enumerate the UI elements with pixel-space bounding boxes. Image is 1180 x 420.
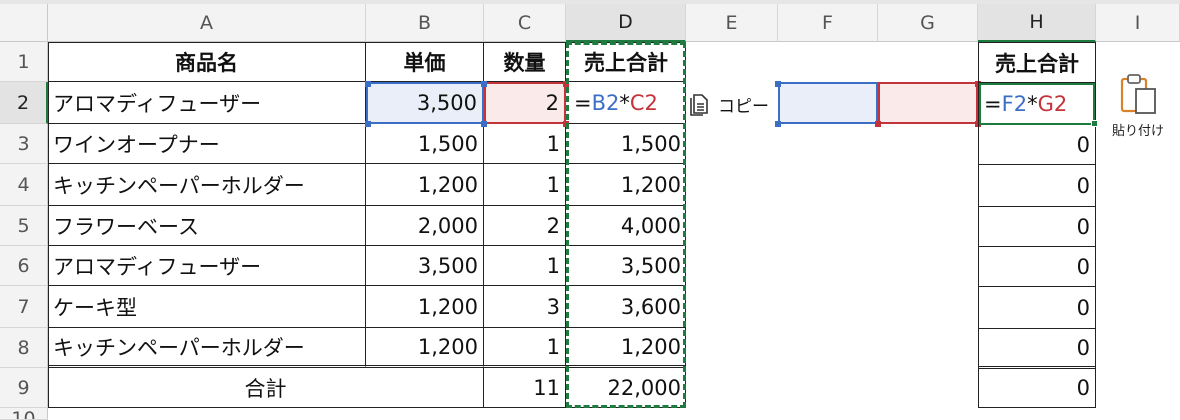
row-header-8[interactable]: 8 [0,328,48,368]
row-header-7[interactable]: 7 [0,286,48,328]
formula-op: * [619,90,630,115]
column-header-h[interactable]: H [978,4,1096,42]
column-header-f[interactable]: F [778,4,878,42]
cell-g2-ref[interactable] [878,82,978,124]
total-qty-cell[interactable]: 11 [484,368,566,408]
b2-handle-bl[interactable] [365,121,371,127]
cell-d6-total[interactable]: 3,500 [566,246,686,286]
cell-h7-value[interactable]: 0 [979,287,1095,329]
total-sales-cell[interactable]: 22,000 [566,368,686,408]
cell-a2-product[interactable]: アロマディフューザー [48,82,366,124]
cell-c6-qty[interactable]: 1 [484,246,566,286]
c2-handle-br[interactable] [563,121,569,127]
row-header-6[interactable]: 6 [0,246,48,286]
paste-button[interactable]: 貼り付け [1104,72,1172,152]
column-header-g[interactable]: G [878,4,978,42]
cell-h9-value[interactable]: 0 [979,369,1095,407]
row-header-1[interactable]: 1 [0,42,48,82]
cell-a3-product[interactable]: ワインオープナー [48,124,366,164]
c2-handle-tr[interactable] [563,81,569,87]
column-header-i[interactable]: I [1096,4,1180,42]
f2-handle-br[interactable] [875,121,881,127]
f2-handle-bl[interactable] [775,121,781,127]
header-unit-price[interactable]: 単価 [366,42,484,82]
cell-d7-total[interactable]: 3,600 [566,286,686,328]
paste-formula-eq: = [984,92,1002,116]
cell-c5-qty[interactable]: 2 [484,206,566,246]
b2-handle-tl[interactable] [365,81,371,87]
cell-d4-total[interactable]: 1,200 [566,164,686,206]
header-product-name[interactable]: 商品名 [48,42,366,82]
b2-handle-tr[interactable] [481,81,487,87]
paste-formula-op: * [1027,92,1038,116]
row-header-10[interactable]: 10 [0,408,48,420]
header-quantity[interactable]: 数量 [484,42,566,82]
column-header-b[interactable]: B [366,4,484,42]
cell-c2-qty[interactable]: 2 [484,82,566,124]
f2-handle-tl[interactable] [775,81,781,87]
cell-f2-ref[interactable] [778,82,878,124]
cell-c3-qty[interactable]: 1 [484,124,566,164]
paste-formula-ref-f2: F2 [1001,92,1028,116]
cell-a8-product[interactable]: キッチンペーパーホルダー [48,328,366,368]
cell-c7-qty[interactable]: 3 [484,286,566,328]
formula-eq: = [574,90,592,115]
clipboard-icon [1120,74,1156,114]
paste-column: 売上合計 = F2 * G2 0 0 0 0 0 0 0 [978,42,1096,408]
cell-h4-value[interactable]: 0 [979,165,1095,207]
paste-formula-ref-g2: G2 [1037,92,1068,116]
cell-b6-price[interactable]: 3,500 [366,246,484,286]
copy-icon [690,94,708,116]
cell-d8-total[interactable]: 1,200 [566,328,686,368]
cell-c8-qty[interactable]: 1 [484,328,566,368]
header-sales-total[interactable]: 売上合計 [566,42,686,82]
cell-h5-value[interactable]: 0 [979,207,1095,247]
column-header-c[interactable]: C [484,4,566,42]
column-header-d[interactable]: D [566,4,686,42]
cell-b4-price[interactable]: 1,200 [366,164,484,206]
cell-b2-price[interactable]: 3,500 [366,82,484,124]
b2-handle-br[interactable] [481,121,487,127]
paste-button-label: 貼り付け [1111,124,1164,139]
row-header-4[interactable]: 4 [0,164,48,206]
cell-d2-formula[interactable]: = B2 * C2 [566,82,686,124]
copy-indicator[interactable]: コピー [690,90,772,118]
cell-a5-product[interactable]: フラワーベース [48,206,366,246]
cell-d3-total[interactable]: 1,500 [566,124,686,164]
cell-b5-price[interactable]: 2,000 [366,206,484,246]
formula-ref-b2: B2 [591,90,620,115]
cell-b3-price[interactable]: 1,500 [366,124,484,164]
column-header-e[interactable]: E [686,4,778,42]
cell-a6-product[interactable]: アロマディフューザー [48,246,366,286]
row-header-3[interactable]: 3 [0,124,48,164]
row-header-9[interactable]: 9 [0,368,48,408]
formula-ref-c2: C2 [629,90,658,115]
paste-header-cell[interactable]: 売上合計 [979,43,1095,83]
h2-fill-handle[interactable] [1091,120,1098,127]
copy-label: コピー [718,96,769,117]
cell-h8-value[interactable]: 0 [979,329,1095,369]
column-header-a[interactable]: A [48,4,366,42]
select-all-corner[interactable] [0,4,48,42]
row-10-strip [48,408,1180,420]
cell-h3-value[interactable]: 0 [979,125,1095,165]
cell-d5-total[interactable]: 4,000 [566,206,686,246]
row-header-5[interactable]: 5 [0,206,48,246]
cell-h2-formula[interactable]: = F2 * G2 [979,83,1095,125]
sales-table: 商品名 単価 数量 売上合計 アロマディフューザー 3,500 2 = B2 * C2… [48,42,686,408]
spreadsheet: A B C D E F G H I 1 2 3 4 5 6 7 8 9 10 商… [0,0,1180,420]
cell-a4-product[interactable]: キッチンペーパーホルダー [48,164,366,206]
row-header-2[interactable]: 2 [0,82,48,124]
cell-a7-product[interactable]: ケーキ型 [48,286,366,328]
cell-h6-value[interactable]: 0 [979,247,1095,287]
cell-b8-price[interactable]: 1,200 [366,328,484,368]
cell-b7-price[interactable]: 1,200 [366,286,484,328]
total-label-cell[interactable]: 合計 [48,368,484,408]
cell-c4-qty[interactable]: 1 [484,164,566,206]
